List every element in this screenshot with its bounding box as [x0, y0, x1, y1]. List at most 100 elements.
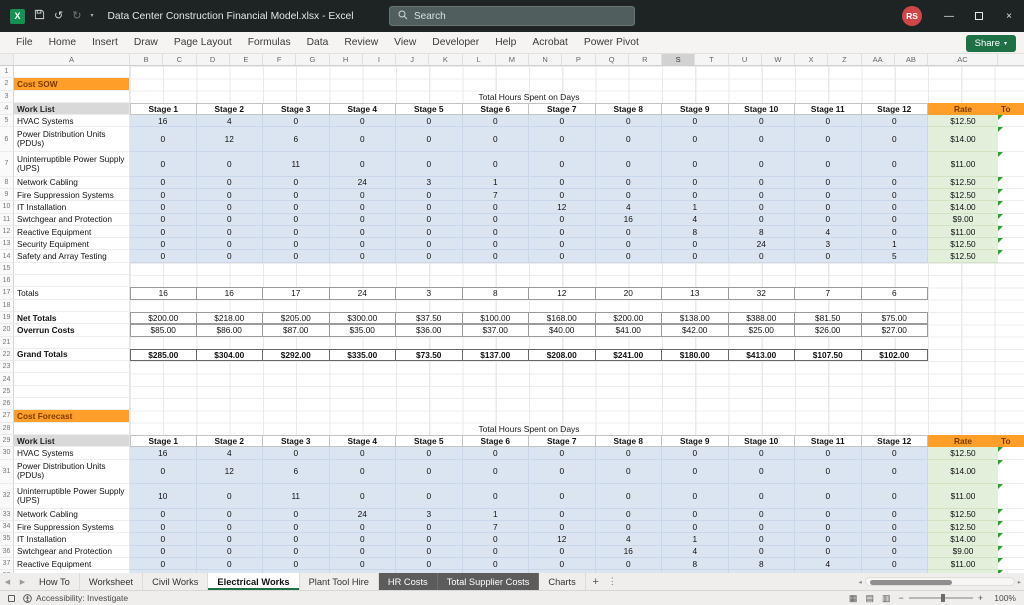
cell[interactable] — [998, 423, 1024, 435]
total-column-cell[interactable] — [998, 459, 1024, 485]
summary-value-cell[interactable]: 32 — [728, 287, 795, 300]
hours-cell[interactable]: 7 — [462, 188, 529, 202]
redo-icon[interactable]: ↻ — [72, 10, 81, 22]
hours-cell[interactable]: 0 — [595, 127, 662, 153]
stage-header-cell[interactable]: Stage 12 — [861, 102, 928, 116]
hours-cell[interactable]: 0 — [263, 188, 330, 202]
hours-cell[interactable]: 0 — [728, 484, 795, 509]
hours-cell[interactable]: 0 — [861, 508, 928, 521]
row-header[interactable]: 24 — [0, 373, 14, 386]
cell[interactable] — [14, 373, 130, 386]
total-column-cell[interactable] — [998, 557, 1024, 571]
column-header-K[interactable]: K — [429, 54, 463, 65]
hours-cell[interactable]: 0 — [263, 201, 330, 214]
stage-header-cell[interactable]: Stage 8 — [595, 434, 662, 448]
hours-cell[interactable]: 0 — [196, 520, 263, 534]
hours-cell[interactable]: 0 — [130, 127, 197, 153]
cell[interactable] — [14, 336, 130, 349]
hours-cell[interactable]: 0 — [861, 201, 928, 214]
rate-cell[interactable]: $14.00 — [928, 533, 998, 546]
hours-cell[interactable]: 0 — [396, 545, 463, 558]
hours-cell[interactable]: 0 — [795, 520, 862, 534]
summary-value-cell[interactable]: $41.00 — [595, 324, 662, 337]
work-item-label[interactable]: IT Installation — [14, 201, 130, 214]
hours-cell[interactable]: 24 — [329, 508, 396, 521]
hours-cell[interactable]: 0 — [595, 188, 662, 202]
column-header-N[interactable]: N — [529, 54, 563, 65]
summary-value-cell[interactable]: 3 — [396, 287, 463, 300]
empty-cells[interactable] — [130, 386, 928, 398]
section-title-cell[interactable]: Cost Forecast — [14, 410, 130, 423]
ribbon-tab-data[interactable]: Data — [299, 32, 337, 53]
hours-cell[interactable]: 0 — [130, 238, 197, 251]
cell[interactable] — [928, 349, 998, 361]
hours-cell[interactable]: 0 — [795, 545, 862, 558]
hours-cell[interactable]: 0 — [861, 545, 928, 558]
hours-cell[interactable]: 0 — [795, 127, 862, 153]
row-header[interactable]: 34 — [0, 520, 14, 534]
hours-cell[interactable]: 0 — [263, 520, 330, 534]
hours-cell[interactable]: 0 — [130, 533, 197, 546]
hours-cell[interactable]: 0 — [529, 545, 596, 558]
cell[interactable] — [928, 373, 998, 385]
hours-cell[interactable]: 0 — [462, 447, 529, 460]
sheet-tab-civil-works[interactable]: Civil Works — [143, 573, 209, 590]
total-column-cell[interactable] — [998, 152, 1024, 177]
hours-cell[interactable]: 0 — [728, 176, 795, 189]
hours-cell[interactable]: 0 — [130, 176, 197, 189]
summary-value-cell[interactable]: $75.00 — [861, 311, 928, 325]
hours-cell[interactable]: 0 — [462, 152, 529, 177]
work-item-label[interactable]: HVAC Systems — [14, 115, 130, 128]
stage-header-cell[interactable]: Stage 2 — [196, 434, 263, 448]
summary-value-cell[interactable]: 24 — [329, 287, 396, 300]
hours-cell[interactable]: 0 — [595, 250, 662, 263]
row-header[interactable]: 23 — [0, 361, 14, 374]
work-list-header-cell[interactable]: Work List — [14, 102, 130, 116]
work-item-label[interactable]: Fire Suppression Systems — [14, 520, 130, 534]
hours-cell[interactable]: 12 — [529, 201, 596, 214]
cell[interactable] — [14, 361, 130, 374]
rate-cell[interactable]: $14.00 — [928, 459, 998, 485]
hours-cell[interactable]: 0 — [196, 508, 263, 521]
hours-cell[interactable]: 0 — [595, 557, 662, 571]
work-item-label[interactable]: Network Cabling — [14, 508, 130, 521]
empty-cells[interactable] — [130, 361, 928, 373]
hours-cell[interactable]: 0 — [529, 176, 596, 189]
scroll-right-icon[interactable]: ▸ — [1018, 578, 1021, 586]
column-header-J[interactable]: J — [396, 54, 430, 65]
row-header[interactable]: 14 — [0, 250, 14, 263]
row-header[interactable]: 30 — [0, 447, 14, 460]
hours-cell[interactable]: 0 — [861, 225, 928, 239]
hours-cell[interactable]: 0 — [728, 152, 795, 177]
cell[interactable] — [928, 275, 998, 287]
ribbon-tab-developer[interactable]: Developer — [424, 32, 487, 53]
rate-header-cell[interactable]: Rate — [928, 102, 998, 116]
hours-cell[interactable]: 0 — [329, 238, 396, 251]
hours-cell[interactable]: 0 — [795, 188, 862, 202]
summary-value-cell[interactable]: $37.50 — [396, 311, 463, 325]
rate-cell[interactable]: $12.50 — [928, 176, 998, 189]
rate-cell[interactable]: $11.00 — [928, 152, 998, 177]
share-button[interactable]: Share ▾ — [965, 34, 1016, 52]
hours-cell[interactable]: 0 — [662, 127, 729, 153]
row-header[interactable]: 29 — [0, 434, 14, 448]
hours-cell[interactable]: 1 — [462, 176, 529, 189]
ribbon-tab-page-layout[interactable]: Page Layout — [166, 32, 240, 53]
hours-cell[interactable]: 4 — [595, 201, 662, 214]
customize-toolbar-icon[interactable]: ▾ — [90, 13, 93, 19]
ribbon-tab-insert[interactable]: Insert — [84, 32, 126, 53]
stage-header-cell[interactable]: Stage 7 — [529, 434, 596, 448]
row-header[interactable]: 13 — [0, 238, 14, 251]
scrollbar-thumb[interactable] — [869, 579, 952, 585]
hours-cell[interactable]: 0 — [329, 533, 396, 546]
hours-cell[interactable]: 0 — [595, 238, 662, 251]
hours-cell[interactable]: 0 — [263, 545, 330, 558]
hours-cell[interactable]: 0 — [263, 557, 330, 571]
sheet-tab-total-supplier-costs[interactable]: Total Supplier Costs — [437, 573, 540, 590]
hours-cell[interactable]: 0 — [728, 213, 795, 226]
hours-cell[interactable]: 0 — [396, 201, 463, 214]
hours-cell[interactable]: 0 — [130, 545, 197, 558]
work-item-label[interactable]: Fire Suppression Systems — [14, 188, 130, 202]
hours-cell[interactable]: 0 — [329, 213, 396, 226]
hours-cell[interactable]: 0 — [396, 533, 463, 546]
